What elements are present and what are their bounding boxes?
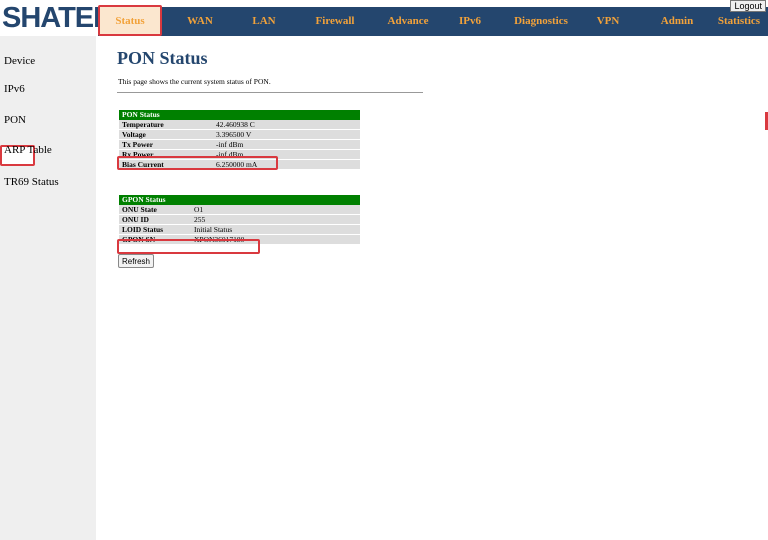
sidebar-item-device[interactable]: Device (4, 55, 35, 67)
nav-item-admin[interactable]: Admin (650, 7, 704, 36)
gpon-table-header: GPON Status (119, 195, 360, 205)
page-description: This page shows the current system statu… (118, 77, 271, 86)
rx-power-highlight (117, 156, 278, 170)
nav-item-ipv6[interactable]: IPv6 (450, 7, 490, 36)
sidebar-item-ipv6[interactable]: IPv6 (4, 83, 25, 95)
table-row: Temperature 42.460938 C (119, 120, 360, 130)
row-value: Initial Status (191, 224, 360, 235)
nav-item-vpn[interactable]: VPN (588, 7, 628, 36)
nav-item-firewall[interactable]: Firewall (308, 7, 362, 36)
row-label: LOID Status (119, 224, 191, 235)
top-bar: SHATEL Status WAN LAN Firewall Advance I… (0, 0, 768, 36)
nav-item-lan[interactable]: LAN (244, 7, 284, 36)
sidebar-item-tr69-status[interactable]: TR69 Status (4, 176, 59, 188)
page-title: PON Status (117, 48, 208, 68)
row-label: Voltage (119, 129, 213, 140)
nav-item-status[interactable]: Status (98, 7, 162, 36)
pon-table-header: PON Status (119, 110, 360, 120)
row-label: ONU ID (119, 214, 191, 225)
refresh-button[interactable]: Refresh (118, 254, 154, 268)
nav-item-wan[interactable]: WAN (178, 7, 222, 36)
table-row: Tx Power -inf dBm (119, 139, 360, 150)
table-row: Voltage 3.396500 V (119, 129, 360, 140)
sidebar: Device IPv6 PON ARP Table TR69 Status (0, 36, 96, 540)
row-value: 42.460938 C (213, 120, 360, 130)
divider (117, 92, 423, 93)
row-label: ONU State (119, 205, 191, 215)
row-label: Temperature (119, 120, 213, 130)
table-row: LOID Status Initial Status (119, 224, 360, 235)
row-label: Tx Power (119, 139, 213, 150)
sidebar-item-arp-table[interactable]: ARP Table (4, 144, 52, 156)
row-value: 3.396500 V (213, 129, 360, 140)
sidebar-item-pon[interactable]: PON (4, 114, 26, 126)
gpon-status-table: GPON Status ONU State O1 ONU ID 255 LOID S… (119, 195, 360, 245)
row-value: -inf dBm (213, 139, 360, 150)
nav-item-advance[interactable]: Advance (380, 7, 436, 36)
gpon-sn-highlight (117, 239, 260, 254)
table-row: ONU ID 255 (119, 214, 360, 225)
row-value: 255 (191, 214, 360, 225)
table-row: ONU State O1 (119, 205, 360, 215)
main-content: PON Status This page shows the current s… (117, 48, 757, 93)
shatel-logo: SHATEL (0, 0, 98, 36)
nav-item-diagnostics[interactable]: Diagnostics (506, 7, 576, 36)
logout-button[interactable]: Logout (730, 0, 766, 12)
row-value: O1 (191, 205, 360, 215)
